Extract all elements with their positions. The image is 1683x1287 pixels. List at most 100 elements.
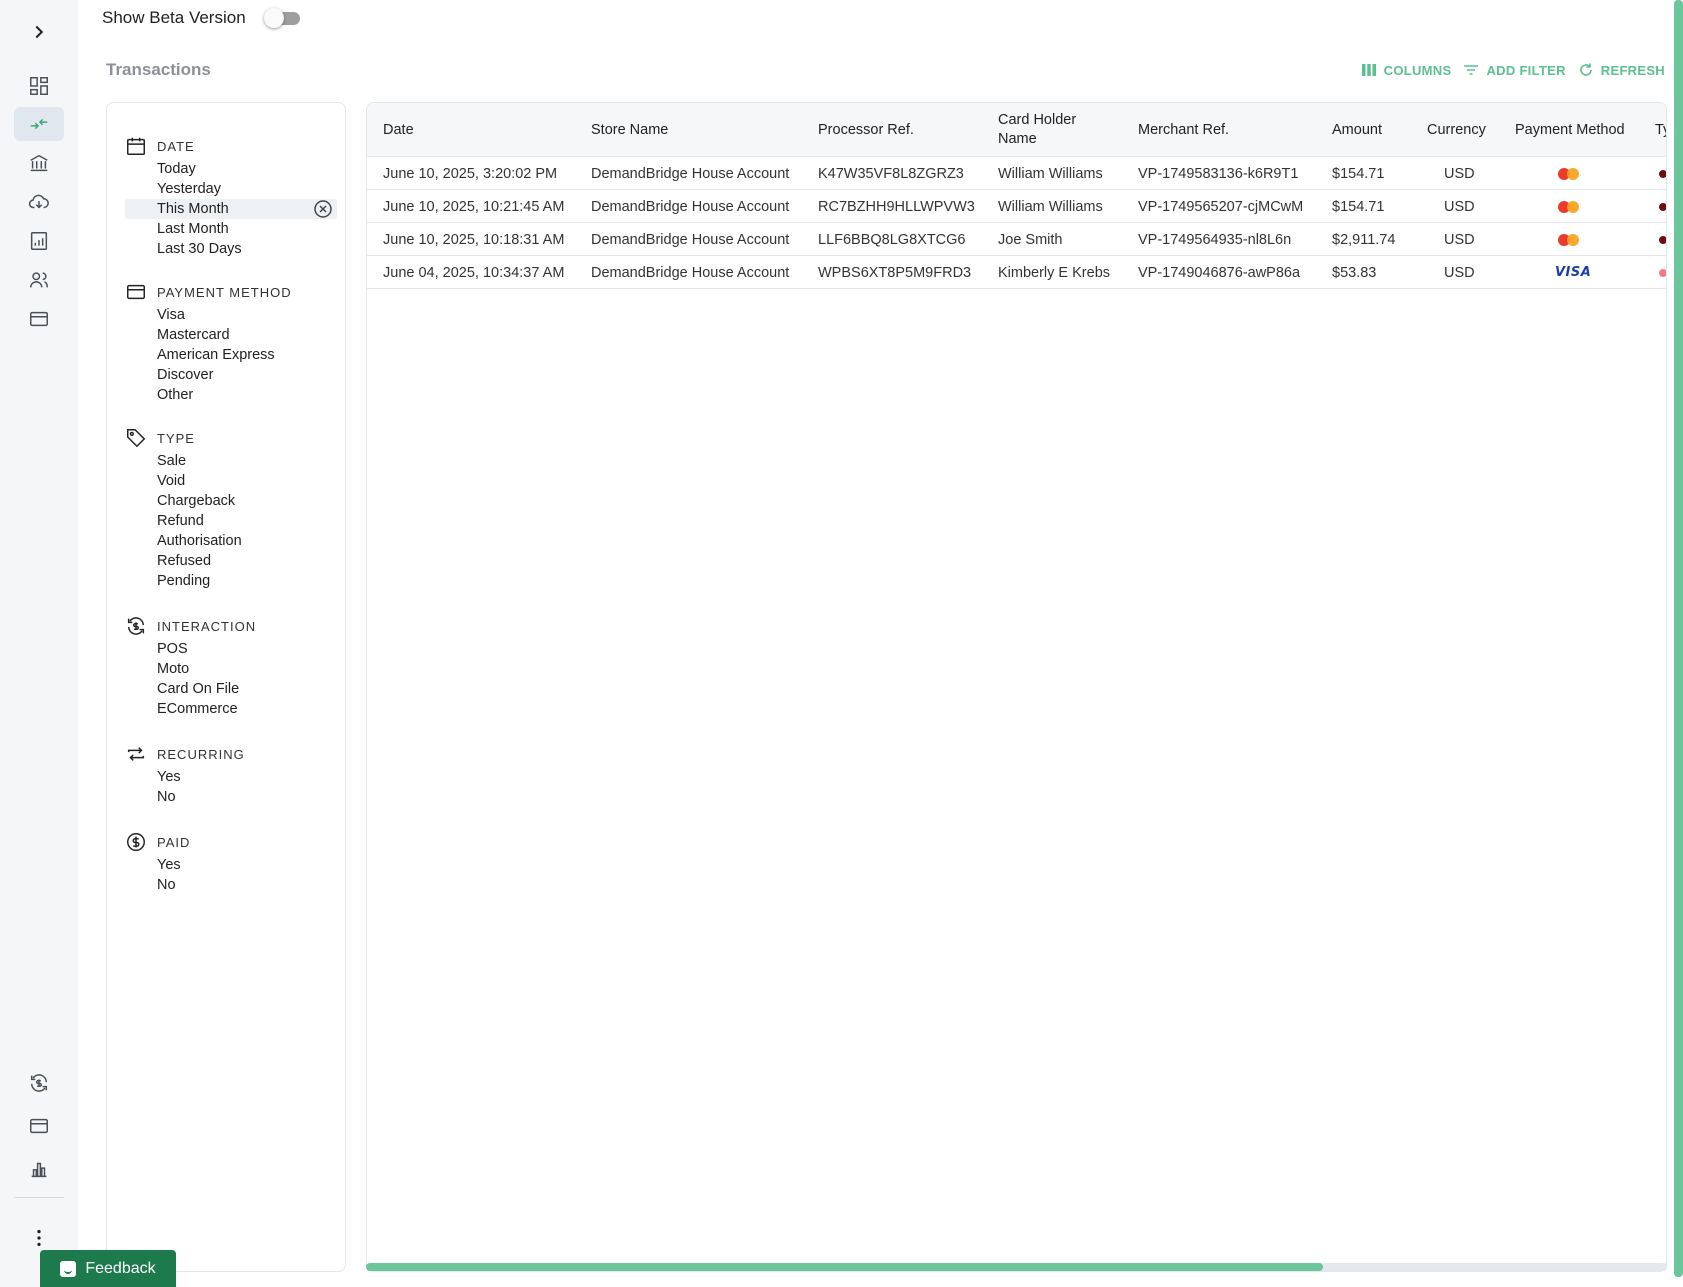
cell-currency: USD: [1444, 165, 1475, 182]
toggle-knob: [263, 8, 284, 28]
filter-option-visa[interactable]: Visa: [125, 305, 337, 325]
cell-amount: $154.71: [1332, 198, 1385, 215]
filter-header-payment-method: PAYMENT METHOD: [125, 279, 337, 305]
cell-card-holder: William Williams: [998, 165, 1103, 182]
filter-option-recurring-yes[interactable]: Yes: [125, 767, 337, 787]
filter-group-paid: PAID Yes No: [125, 829, 337, 895]
table-row[interactable]: June 04, 2025, 10:34:37 AM DemandBridge …: [367, 256, 1666, 289]
filter-option-void[interactable]: Void: [125, 471, 337, 491]
column-header-amount[interactable]: Amount: [1332, 103, 1382, 157]
filter-option-moto[interactable]: Moto: [125, 659, 337, 679]
cell-amount: $53.83: [1332, 264, 1377, 281]
cell-store-name: DemandBridge House Account: [591, 264, 790, 281]
nav-sync[interactable]: [14, 1066, 64, 1100]
cell-card-holder: William Williams: [998, 198, 1103, 215]
feedback-icon: [60, 1260, 77, 1277]
filter-option-card-on-file[interactable]: Card On File: [125, 679, 337, 699]
feedback-button[interactable]: Feedback: [40, 1250, 176, 1287]
filter-option-other[interactable]: Other: [125, 385, 337, 405]
nav-analytics[interactable]: [14, 1152, 64, 1186]
column-header-merchant-ref[interactable]: Merchant Ref.: [1138, 103, 1229, 157]
filter-option-pos[interactable]: POS: [125, 639, 337, 659]
filter-option-pending[interactable]: Pending: [125, 571, 337, 591]
add-filter-button[interactable]: ADD FILTER: [1463, 62, 1565, 78]
filter-option-this-month[interactable]: This Month: [125, 199, 337, 219]
columns-button[interactable]: COLUMNS: [1361, 62, 1452, 78]
nav-cloud-download[interactable]: [14, 185, 64, 219]
transactions-icon: [30, 118, 48, 130]
nav-cards[interactable]: [14, 302, 64, 336]
cell-merchant-ref: VP-1749564935-nl8L6n: [1138, 231, 1292, 248]
filter-group-interaction: INTERACTION POS Moto Card On File EComme…: [125, 613, 337, 719]
dollar-circle-icon: [127, 833, 145, 851]
filter-title: TYPE: [157, 430, 195, 446]
cell-processor-ref: LLF6BBQ8LG8XTCG6: [818, 231, 966, 248]
filter-option-refused[interactable]: Refused: [125, 551, 337, 571]
beta-toggle-row: Show Beta Version: [102, 8, 300, 28]
filter-option-chargeback[interactable]: Chargeback: [125, 491, 337, 511]
table-row[interactable]: June 10, 2025, 10:21:45 AM DemandBridge …: [367, 190, 1666, 223]
filter-option-discover[interactable]: Discover: [125, 365, 337, 385]
filter-option-label: This Month: [157, 201, 229, 217]
table-row[interactable]: June 10, 2025, 10:18:31 AM DemandBridge …: [367, 223, 1666, 256]
clear-filter-icon[interactable]: [313, 199, 333, 219]
filter-option-last-month[interactable]: Last Month: [125, 219, 337, 239]
columns-label: COLUMNS: [1383, 62, 1452, 78]
filter-group-type: TYPE Sale Void Chargeback Refund Authori…: [125, 425, 337, 591]
expand-rail-button[interactable]: [14, 15, 64, 49]
filter-option-last-30-days[interactable]: Last 30 Days: [125, 239, 337, 259]
filter-header-date: DATE: [125, 133, 337, 159]
filter-option-authorisation[interactable]: Authorisation: [125, 531, 337, 551]
column-header-type[interactable]: Ty: [1655, 103, 1666, 157]
filter-option-ecommerce[interactable]: ECommerce: [125, 699, 337, 719]
mastercard-icon: [1558, 190, 1580, 223]
filter-option-american-express[interactable]: American Express: [125, 345, 337, 365]
filter-header-recurring: RECURRING: [125, 741, 337, 767]
filter-option-refund[interactable]: Refund: [125, 511, 337, 531]
vertical-scrollbar[interactable]: [1674, 0, 1683, 1277]
filter-option-paid-yes[interactable]: Yes: [125, 855, 337, 875]
cell-merchant-ref: VP-1749565207-cjMCwM: [1138, 198, 1304, 215]
beta-toggle[interactable]: [263, 8, 300, 28]
filter-option-paid-no[interactable]: No: [125, 875, 337, 895]
cell-currency: USD: [1444, 231, 1475, 248]
column-header-card-holder-name[interactable]: Card Holder Name: [998, 103, 1098, 157]
rail-divider: [14, 1197, 64, 1198]
table-row[interactable]: June 10, 2025, 3:20:02 PM DemandBridge H…: [367, 157, 1666, 190]
nav-users[interactable]: [14, 263, 64, 297]
reports-icon: [30, 232, 48, 250]
cell-store-name: DemandBridge House Account: [591, 231, 790, 248]
column-header-payment-method[interactable]: Payment Method: [1515, 103, 1625, 157]
filter-option-sale[interactable]: Sale: [125, 451, 337, 471]
filter-option-today[interactable]: Today: [125, 159, 337, 179]
filter-option-recurring-no[interactable]: No: [125, 787, 337, 807]
nav-transactions[interactable]: [14, 107, 64, 141]
filter-option-yesterday[interactable]: Yesterday: [125, 179, 337, 199]
nav-reports[interactable]: [14, 224, 64, 258]
cell-store-name: DemandBridge House Account: [591, 165, 790, 182]
column-header-date[interactable]: Date: [383, 103, 414, 157]
filter-panel: DATE Today Yesterday This Month Last Mon…: [106, 102, 346, 1272]
bar-chart-icon: [31, 1162, 47, 1178]
refresh-button[interactable]: REFRESH: [1578, 62, 1665, 78]
add-filter-label: ADD FILTER: [1486, 62, 1566, 78]
cell-amount: $154.71: [1332, 165, 1385, 182]
filter-header-paid: PAID: [125, 829, 337, 855]
filter-title: PAYMENT METHOD: [157, 284, 292, 300]
column-header-store-name[interactable]: Store Name: [591, 103, 668, 157]
filter-group-recurring: RECURRING Yes No: [125, 741, 337, 807]
nav-dashboard[interactable]: [14, 69, 64, 103]
nav-bank[interactable]: [14, 146, 64, 180]
column-header-currency[interactable]: Currency: [1427, 103, 1486, 157]
column-header-processor-ref[interactable]: Processor Ref.: [818, 103, 914, 157]
horizontal-scrollbar[interactable]: [366, 1263, 1667, 1271]
filter-title: DATE: [157, 138, 195, 154]
cell-processor-ref: RC7BZHH9HLLWPVW3: [818, 198, 975, 215]
cell-processor-ref: WPBS6XT8P5M9FRD3: [818, 264, 972, 281]
filter-header-type: TYPE: [125, 425, 337, 451]
cell-currency: USD: [1444, 198, 1475, 215]
nav-billing[interactable]: [14, 1109, 64, 1143]
columns-icon: [1361, 64, 1376, 76]
filter-option-mastercard[interactable]: Mastercard: [125, 325, 337, 345]
horizontal-scrollbar-thumb[interactable]: [366, 1263, 1323, 1271]
